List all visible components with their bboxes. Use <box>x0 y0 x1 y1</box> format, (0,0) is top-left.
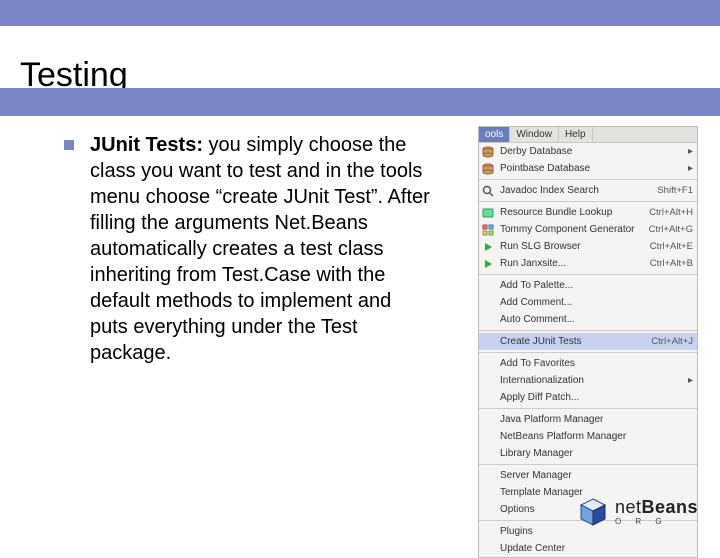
menu-separator <box>479 464 697 465</box>
banner-top-stripe <box>0 0 720 26</box>
menu-item[interactable]: NetBeans Platform Manager <box>479 428 697 445</box>
menu-item-label: Add Comment... <box>500 297 693 308</box>
blank-icon <box>481 313 495 327</box>
bundle-icon <box>481 206 495 220</box>
menu-item-label: Add To Palette... <box>500 280 693 291</box>
blank-icon <box>481 430 495 444</box>
menu-item[interactable]: Run Janxsite... Ctrl+Alt+B <box>479 255 697 272</box>
menu-item[interactable]: Add To Favorites <box>479 355 697 372</box>
menu-item-label: Auto Comment... <box>500 314 693 325</box>
bullet-row: JUnit Tests: you simply choose the class… <box>64 132 430 366</box>
menu-item[interactable]: Run SLG Browser Ctrl+Alt+E <box>479 238 697 255</box>
blank-icon <box>481 447 495 461</box>
menu-item[interactable]: Apply Diff Patch... <box>479 389 697 406</box>
blank-icon <box>481 391 495 405</box>
menu-item[interactable]: Update Center <box>479 540 697 557</box>
body-content: JUnit Tests: you simply choose the class… <box>64 132 430 366</box>
bullet-icon <box>64 140 74 150</box>
bullet-text: JUnit Tests: you simply choose the class… <box>90 132 430 366</box>
component-icon <box>481 223 495 237</box>
menu-item[interactable]: Derby Database ▸ <box>479 143 697 160</box>
menu-item[interactable]: Auto Comment... <box>479 311 697 328</box>
db-icon <box>481 162 495 176</box>
chevron-right-icon: ▸ <box>685 146 693 157</box>
menu-item-label: Resource Bundle Lookup <box>500 207 643 218</box>
menu-item-shortcut: Ctrl+Alt+B <box>650 258 693 269</box>
logo-brand-bold: Beans <box>641 497 698 517</box>
menu-body: Derby Database ▸ Pointbase Database ▸ Javado… <box>479 143 697 557</box>
blank-icon <box>481 279 495 293</box>
menu-item-shortcut: Shift+F1 <box>657 185 693 196</box>
run-icon <box>481 240 495 254</box>
tools-menu-panel: ools Window Help Derby Database▸Pointbas… <box>478 126 698 558</box>
menu-item-label: Internationalization <box>500 375 681 386</box>
db-icon <box>481 145 495 159</box>
menu-item-label: Run Janxsite... <box>500 258 644 269</box>
search-icon <box>481 184 495 198</box>
menu-tab-window[interactable]: Window <box>510 127 559 142</box>
menu-item-label: Javadoc Index Search <box>500 185 651 196</box>
menu-item-label: Library Manager <box>500 448 693 459</box>
banner-mid-stripe <box>0 88 720 116</box>
blank-icon <box>481 503 495 517</box>
menu-item-label: Update Center <box>500 543 693 554</box>
menu-item[interactable]: Server Manager <box>479 467 697 484</box>
blank-icon <box>481 357 495 371</box>
run-icon <box>481 257 495 271</box>
blank-icon <box>481 335 495 349</box>
logo-text: netBeans O R G <box>615 498 698 526</box>
menu-separator <box>479 179 697 180</box>
menu-item-create-junit-tests[interactable]: Create JUnit Tests Ctrl+Alt+J <box>479 333 697 350</box>
blank-icon <box>481 413 495 427</box>
menu-item-label: Add To Favorites <box>500 358 693 369</box>
menu-item-label: NetBeans Platform Manager <box>500 431 693 442</box>
menubar: ools Window Help <box>479 127 697 143</box>
menu-separator <box>479 408 697 409</box>
menu-separator <box>479 201 697 202</box>
menu-item[interactable]: Javadoc Index Search Shift+F1 <box>479 182 697 199</box>
chevron-right-icon: ▸ <box>685 375 693 386</box>
logo-brand: netBeans <box>615 498 698 516</box>
menu-item-shortcut: Ctrl+Alt+G <box>649 224 693 235</box>
blank-icon <box>481 374 495 388</box>
menu-item[interactable]: Java Platform Manager <box>479 411 697 428</box>
menu-item-label: Plugins <box>500 526 693 537</box>
title-area: Testing <box>0 26 720 88</box>
menu-item-shortcut: Ctrl+Alt+J <box>651 336 693 347</box>
menu-item[interactable]: Library Manager <box>479 445 697 462</box>
logo-brand-plain: net <box>615 497 642 517</box>
logo-site: O R G <box>615 518 698 526</box>
menu-tab-help[interactable]: Help <box>559 127 593 142</box>
menu-separator <box>479 274 697 275</box>
menu-item-label: Server Manager <box>500 470 693 481</box>
menu-item[interactable]: Resource Bundle Lookup Ctrl+Alt+H <box>479 204 697 221</box>
menu-item-shortcut: Ctrl+Alt+E <box>650 241 693 252</box>
menu-tab-tools[interactable]: ools <box>479 127 510 142</box>
chevron-right-icon: ▸ <box>685 163 693 174</box>
menu-item-shortcut: Ctrl+Alt+H <box>649 207 693 218</box>
netbeans-logo: netBeans O R G <box>579 498 698 526</box>
menu-item[interactable]: Add To Palette... <box>479 277 697 294</box>
bullet-label: JUnit Tests: <box>90 134 203 156</box>
menu-item-label: Derby Database <box>500 146 681 157</box>
menu-item[interactable]: Add Comment... <box>479 294 697 311</box>
menu-item-label: Pointbase Database <box>500 163 681 174</box>
menu-separator <box>479 352 697 353</box>
blank-icon <box>481 296 495 310</box>
menu-item[interactable]: Pointbase Database ▸ <box>479 160 697 177</box>
cube-icon <box>579 498 607 526</box>
blank-icon <box>481 542 495 556</box>
menu-item-label: Java Platform Manager <box>500 414 693 425</box>
blank-icon <box>481 525 495 539</box>
menu-separator <box>479 330 697 331</box>
bullet-body: you simply choose the class you want to … <box>90 134 430 364</box>
blank-icon <box>481 486 495 500</box>
menu-item[interactable]: Internationalization ▸ <box>479 372 697 389</box>
menu-item-label: Apply Diff Patch... <box>500 392 693 403</box>
blank-icon <box>481 469 495 483</box>
menu-item[interactable]: Tommy Component Generator Ctrl+Alt+G <box>479 221 697 238</box>
menu-item-label: Tommy Component Generator <box>500 224 643 235</box>
menu-item-label: Create JUnit Tests <box>500 336 645 347</box>
menu-item-label: Run SLG Browser <box>500 241 644 252</box>
